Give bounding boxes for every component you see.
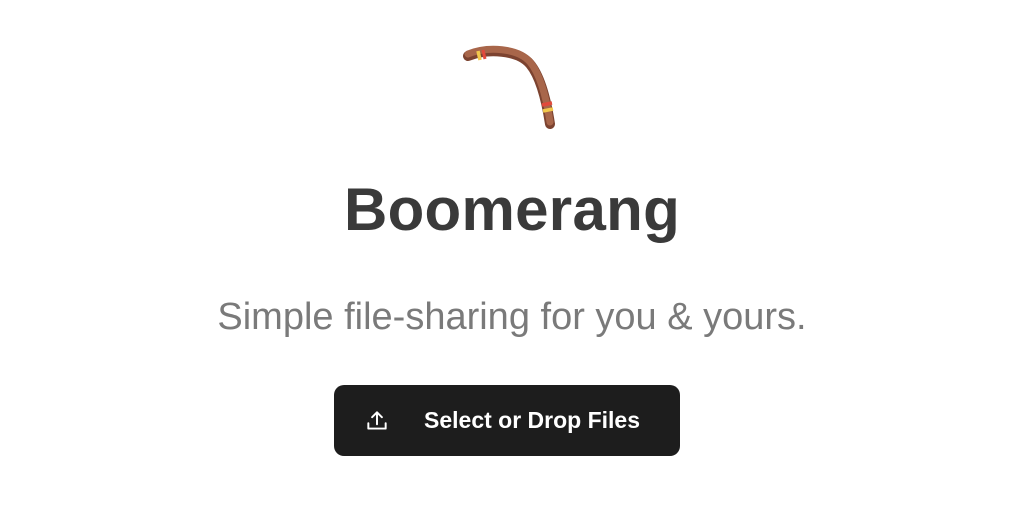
select-files-label: Select or Drop Files <box>424 407 641 433</box>
boomerang-icon <box>463 45 555 129</box>
select-files-button[interactable]: Select or Drop Files <box>334 385 680 456</box>
app-title: Boomerang <box>343 176 681 243</box>
upload-icon <box>367 410 387 430</box>
app-tagline: Simple file-sharing for you & yours. <box>217 296 807 338</box>
landing-page: Boomerang Simple file-sharing for you & … <box>0 0 1024 529</box>
